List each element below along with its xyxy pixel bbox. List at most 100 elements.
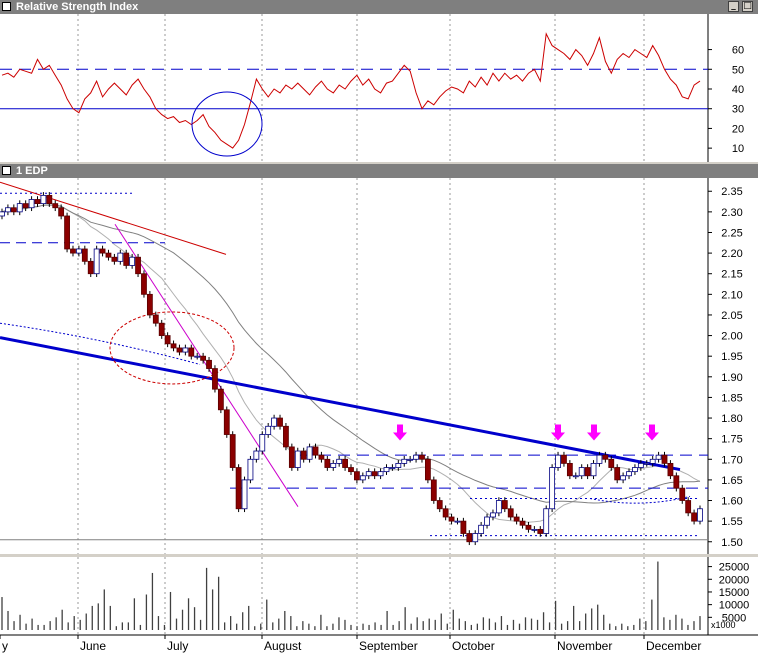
- candle-body: [318, 454, 325, 460]
- candle-body: [637, 463, 644, 468]
- price-tick-label: 1.95: [721, 351, 742, 363]
- rsi-tick-label: 60: [732, 45, 744, 57]
- candle-body: [271, 417, 278, 427]
- price-tick-label: 1.50: [721, 537, 742, 549]
- candle-body: [626, 471, 632, 477]
- volume-tick-label: 15000: [719, 587, 750, 599]
- rsi-pane: 60 50 40 30 20 10: [0, 14, 758, 162]
- candle-body: [430, 479, 437, 501]
- candle-body: [454, 520, 461, 523]
- candle-body: [697, 508, 703, 522]
- candle-body: [460, 520, 467, 534]
- candle-body: [188, 347, 195, 357]
- candle-body: [436, 500, 443, 510]
- candle-body: [365, 471, 372, 477]
- candle-body: [537, 528, 544, 534]
- candle-body: [383, 467, 390, 473]
- price-tick-label: 1.90: [721, 372, 742, 384]
- volume-pane: 25000 20000 15000 10000 5000 x1000 y June July Au…: [0, 557, 758, 654]
- candle-body: [407, 458, 414, 461]
- candle-body: [513, 516, 520, 522]
- candle-body: [194, 355, 201, 358]
- volume-tick-label: 10000: [719, 600, 750, 612]
- candle-body: [673, 475, 680, 489]
- price-tick-label: 1.55: [721, 516, 742, 528]
- candle-body: [158, 322, 165, 336]
- rsi-line: [1, 32, 701, 149]
- candle-body: [507, 508, 514, 518]
- candle-body: [152, 314, 159, 324]
- candle-body: [52, 203, 59, 209]
- price-tick-label: 1.65: [721, 475, 742, 487]
- candle-body: [525, 524, 532, 530]
- candle-body: [235, 467, 242, 510]
- rsi-tick-label: 40: [732, 84, 744, 96]
- candle-body: [389, 467, 396, 469]
- volume-tick-label: 25000: [719, 562, 750, 574]
- signal-arrow: [393, 424, 407, 441]
- price-tick-label: 1.75: [721, 434, 742, 446]
- signal-arrow: [645, 424, 659, 441]
- month-label: December: [646, 639, 701, 653]
- candle-body: [105, 252, 112, 258]
- candle-body: [129, 256, 136, 266]
- rsi-chart: 60 50 40 30 20 10: [0, 14, 744, 162]
- candle-body: [354, 471, 360, 481]
- price-tick-label: 1.60: [721, 496, 742, 508]
- rsi-highlight-circle: [191, 91, 263, 157]
- price-title-bar: 1 EDP: [0, 164, 758, 178]
- candle-body: [70, 248, 76, 254]
- candle-body: [306, 446, 313, 460]
- candle-body: [561, 454, 567, 464]
- candle-body: [294, 450, 301, 468]
- candle-body: [478, 524, 485, 534]
- candle-body: [359, 475, 366, 481]
- candle-body: [283, 425, 289, 448]
- candle-body: [277, 417, 283, 427]
- rsi-title-bar: Relative Strength Index _ □: [0, 0, 758, 14]
- candle-body: [495, 500, 502, 514]
- candle-body: [265, 425, 272, 435]
- month-label: y: [2, 639, 8, 653]
- candle-body: [572, 475, 579, 478]
- candle-body: [241, 479, 248, 510]
- price-tick-label: 2.00: [721, 331, 742, 343]
- candle-body: [28, 199, 35, 209]
- candle-body: [330, 463, 337, 468]
- price-tick-label: 2.15: [721, 269, 742, 281]
- month-label: November: [557, 639, 612, 653]
- candle-body: [135, 256, 141, 275]
- candle-body: [259, 434, 266, 452]
- candle-body: [490, 512, 496, 518]
- candle-body: [99, 248, 106, 254]
- candle-body: [685, 500, 692, 514]
- minimize-button[interactable]: _: [728, 1, 739, 12]
- maximize-button[interactable]: □: [742, 1, 753, 12]
- candle-body: [578, 467, 585, 477]
- candle-body: [466, 533, 473, 543]
- candle-body: [223, 409, 230, 435]
- rsi-tick-label: 10: [732, 143, 744, 155]
- candle-body: [377, 471, 384, 477]
- candle-body: [661, 454, 668, 464]
- candle-body: [93, 248, 100, 275]
- month-label: September: [359, 639, 418, 653]
- candle-body: [602, 454, 609, 460]
- volume-chart: 250002000015000100005000x1000y June July Au…: [0, 557, 758, 653]
- candle-body: [58, 207, 65, 217]
- candle-body: [22, 203, 29, 209]
- candle-body: [566, 463, 573, 477]
- price-tick-label: 2.05: [721, 310, 742, 322]
- price-tick-label: 1.70: [721, 454, 742, 466]
- candle-body: [655, 454, 662, 460]
- candle-body: [123, 252, 130, 266]
- candle-body: [247, 458, 254, 481]
- candle-body: [596, 454, 603, 464]
- price-chart: 2.35 2.30 2.25 2.20 2.15 2.10 2.05 2.00 1.95 1.90…: [0, 178, 743, 554]
- candle-body: [117, 252, 124, 262]
- candle-body: [519, 520, 526, 526]
- candle-body: [501, 500, 508, 510]
- candle-body: [141, 273, 147, 295]
- candle-body: [10, 207, 17, 213]
- month-label: October: [452, 639, 495, 653]
